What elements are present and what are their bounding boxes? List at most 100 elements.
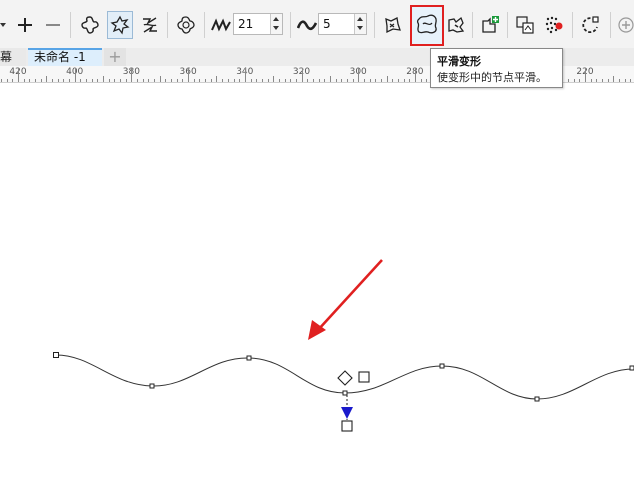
ruler-tick	[188, 68, 190, 82]
distortion-center-diamond-icon[interactable]	[337, 370, 353, 386]
spin-arrows-icon[interactable]	[354, 14, 366, 34]
ruler-tick	[568, 79, 569, 82]
ruler-tick	[57, 79, 59, 82]
curve-node[interactable]	[439, 363, 445, 369]
ruler-tick	[176, 79, 178, 82]
ruler-tick	[148, 79, 150, 82]
twister-distortion-icon[interactable]	[138, 10, 162, 40]
curve-node[interactable]	[534, 396, 540, 402]
ruler-tick	[585, 68, 586, 82]
ruler-tick	[335, 79, 337, 82]
curve-node[interactable]	[629, 365, 634, 371]
curve-node[interactable]	[246, 355, 252, 361]
ruler-tick	[233, 79, 235, 82]
curve-node[interactable]	[149, 383, 155, 389]
ruler-tick	[29, 79, 31, 82]
ruler-tick	[352, 79, 354, 82]
ruler-tick	[12, 79, 14, 82]
ruler-tick	[23, 79, 25, 82]
tab-partial[interactable]: 幕	[0, 48, 26, 66]
curve-node[interactable]	[53, 352, 59, 358]
ruler-tick	[619, 79, 620, 82]
add-more-icon[interactable]	[616, 10, 634, 40]
tooltip-description: 使变形中的节点平滑。	[437, 71, 547, 84]
ruler-tick	[199, 79, 201, 82]
tooltip: 平滑变形 使变形中的节点平滑。	[430, 48, 563, 88]
ruler-tick	[278, 79, 280, 82]
ruler-tick	[329, 76, 331, 82]
smooth-distortion-icon	[416, 14, 437, 34]
ruler-tick	[375, 79, 377, 82]
ruler-tick	[108, 79, 110, 82]
ruler-tick	[80, 79, 82, 82]
spin-arrows-icon[interactable]	[270, 14, 282, 34]
ruler-tick	[324, 79, 326, 82]
zipper-distortion-icon[interactable]	[107, 11, 133, 39]
tab-document[interactable]: 未命名 -1	[28, 48, 102, 66]
amplitude-value: 5	[323, 17, 331, 31]
ruler-tick	[18, 68, 19, 82]
ruler-tick	[35, 79, 36, 82]
delete-node-icon[interactable]	[42, 10, 64, 40]
clear-distortion-icon[interactable]	[542, 10, 566, 40]
copy-distortion-icon[interactable]	[513, 10, 537, 40]
frequency-value: 21	[238, 17, 254, 31]
ruler-tick	[261, 79, 263, 82]
ruler-tick	[205, 79, 207, 82]
ruler-tick	[613, 76, 615, 82]
convert-to-curves-icon[interactable]	[579, 10, 603, 40]
ruler-tick	[284, 79, 286, 82]
ruler-tick	[312, 79, 314, 82]
ruler-tick	[216, 76, 218, 82]
add-node-icon[interactable]	[14, 10, 36, 40]
ruler-tick	[409, 79, 411, 82]
ruler-tick	[290, 79, 292, 82]
ruler-tick	[91, 79, 93, 82]
ruler-tick	[114, 79, 116, 82]
add-new-distortion-icon[interactable]	[478, 10, 502, 40]
amplitude-icon	[296, 10, 318, 40]
ruler-tick	[346, 79, 348, 82]
drawing-canvas[interactable]	[0, 83, 634, 499]
amplitude-handle-triangle-icon[interactable]	[341, 407, 353, 419]
random-distortion-icon[interactable]	[380, 10, 404, 40]
amplitude-spinbox[interactable]: 5	[318, 13, 367, 35]
ruler-tick	[420, 79, 422, 82]
ruler-tick	[426, 79, 428, 82]
local-distortion-icon[interactable]	[446, 10, 466, 40]
ruler-tick	[596, 79, 598, 82]
ruler-tick	[624, 79, 626, 82]
frequency-spinbox[interactable]: 21	[233, 13, 283, 35]
ruler-tick	[210, 79, 212, 82]
ruler-tick	[227, 79, 229, 82]
ruler-tick	[74, 68, 76, 82]
curve-node[interactable]	[342, 390, 348, 396]
ruler-tick	[341, 79, 343, 82]
ruler-tick	[380, 79, 382, 82]
ruler-tick	[414, 68, 416, 82]
ruler-tick	[386, 76, 388, 82]
ruler-tick	[63, 79, 65, 82]
ruler-tick	[165, 79, 167, 82]
ruler-tick	[222, 79, 224, 82]
ruler-tick	[301, 68, 303, 82]
amplitude-handle-square[interactable]	[341, 420, 353, 432]
center-distortion-icon[interactable]	[174, 10, 198, 40]
push-pull-distortion-icon[interactable]	[78, 10, 102, 40]
add-tab-button[interactable]: +	[104, 48, 126, 66]
ruler-tick	[142, 79, 144, 82]
smooth-distortion-button[interactable]	[410, 5, 444, 46]
ruler-tick	[363, 79, 365, 82]
ruler-tick	[369, 79, 371, 82]
ruler-tick	[239, 79, 241, 82]
ruler-tick	[579, 79, 581, 82]
ruler-tick	[46, 76, 48, 82]
ruler-tick	[295, 79, 297, 82]
ruler-tick	[273, 76, 275, 82]
dropdown-arrow-icon[interactable]	[0, 10, 8, 40]
ruler-tick	[6, 79, 8, 82]
ruler-tick	[159, 76, 161, 82]
distortion-handle-square[interactable]	[358, 371, 370, 383]
ruler-tick	[193, 79, 195, 82]
ruler-tick	[86, 79, 87, 82]
